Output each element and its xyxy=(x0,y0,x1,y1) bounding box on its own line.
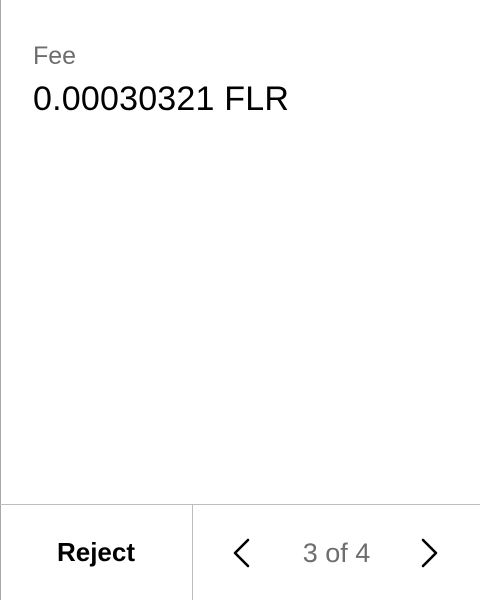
footer-bar: Reject 3 of 4 xyxy=(0,504,480,600)
chevron-left-icon[interactable] xyxy=(227,535,257,571)
fee-label: Fee xyxy=(33,42,77,70)
chevron-right-icon[interactable] xyxy=(414,535,444,571)
fee-section: Fee 0.00030321 FLR xyxy=(33,40,460,120)
pagination: 3 of 4 xyxy=(193,505,480,600)
page-indicator: 3 of 4 xyxy=(302,538,371,568)
fee-value: 0.00030321 FLR xyxy=(33,80,290,118)
reject-cell: Reject xyxy=(0,505,193,600)
reject-button[interactable]: Reject xyxy=(45,531,147,574)
